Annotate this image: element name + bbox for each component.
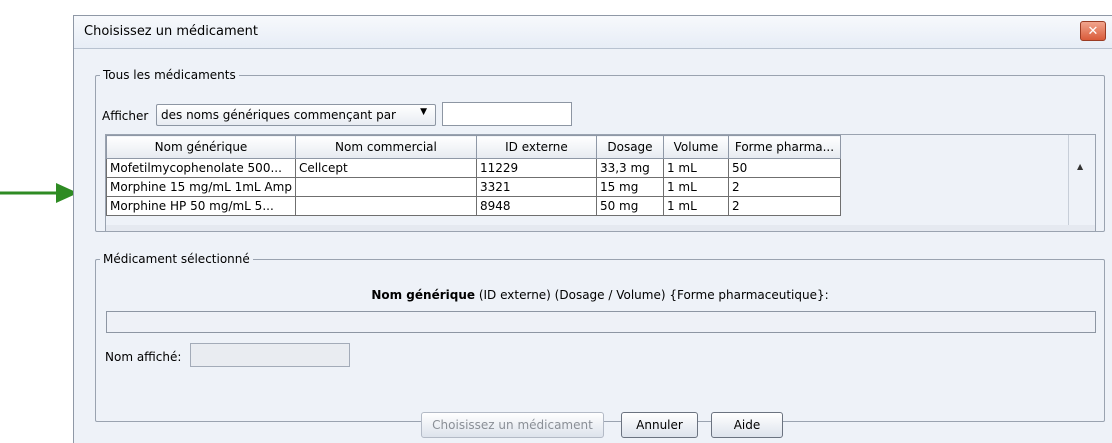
close-icon: ✕ xyxy=(1087,24,1099,39)
selected-medication-caption: Nom générique (ID externe) (Dosage / Vol… xyxy=(96,288,1104,302)
cell-dosage: 50 mg xyxy=(595,196,664,216)
cell-brand-name xyxy=(294,196,477,216)
column-header-volume[interactable]: Volume xyxy=(662,135,729,159)
column-header-brand-name[interactable]: Nom commercial xyxy=(294,135,477,159)
filter-mode-value: des noms génériques commençant par xyxy=(161,108,396,122)
caption-details: (ID externe) (Dosage / Volume) {Forme ph… xyxy=(475,288,829,302)
selected-medication-legend: Médicament sélectionné xyxy=(103,252,250,266)
dialog-titlebar: Choisissez un médicament ✕ xyxy=(74,16,1112,49)
column-header-form[interactable]: Forme pharma... xyxy=(727,135,841,159)
pointer-arrow-icon xyxy=(0,183,78,203)
all-medications-group: Tous les médicaments Afficher des noms g… xyxy=(95,68,1105,232)
cell-form: 50 xyxy=(727,158,841,178)
column-header-generic-name[interactable]: Nom générique xyxy=(106,135,296,159)
cell-dosage: 33,3 mg xyxy=(595,158,664,178)
display-name-field xyxy=(190,343,350,367)
cell-form: 2 xyxy=(727,177,841,197)
selected-medication-group: Médicament sélectionné Nom générique (ID… xyxy=(95,252,1105,422)
filter-mode-select[interactable]: des noms génériques commençant par ▼ xyxy=(156,104,436,126)
cell-volume: 1 mL xyxy=(662,177,729,197)
filter-label: Afficher xyxy=(102,109,149,123)
medications-table-container: Nom générique Nom commercial ID externe … xyxy=(105,134,1096,232)
cell-brand-name xyxy=(294,177,477,197)
cell-generic-name: Mofetilmycophenolate 500... xyxy=(106,158,296,178)
table-row[interactable]: Mofetilmycophenolate 500... Cellcept 112… xyxy=(106,158,841,178)
cell-generic-name: Morphine 15 mg/mL 1mL Amp xyxy=(106,177,296,197)
column-header-external-id[interactable]: ID externe xyxy=(475,135,597,159)
close-button[interactable]: ✕ xyxy=(1080,21,1106,41)
help-button[interactable]: Aide xyxy=(711,412,783,438)
all-medications-legend: Tous les médicaments xyxy=(103,68,236,82)
cell-volume: 1 mL xyxy=(662,196,729,216)
table-header-row: Nom générique Nom commercial ID externe … xyxy=(106,135,841,159)
cell-brand-name: Cellcept xyxy=(294,158,477,178)
table-horizontal-scrollbar[interactable] xyxy=(106,225,1095,231)
cell-external-id: 8948 xyxy=(475,196,597,216)
medications-table: Nom générique Nom commercial ID externe … xyxy=(106,135,841,216)
choose-medication-dialog: Choisissez un médicament ✕ Tous les médi… xyxy=(73,15,1112,443)
table-vertical-scrollbar[interactable]: ▲ xyxy=(1068,135,1095,231)
table-row[interactable]: Morphine 15 mg/mL 1mL Amp 3321 15 mg 1 m… xyxy=(106,177,841,197)
choose-medication-button[interactable]: Choisissez un médicament xyxy=(421,412,604,438)
cell-external-id: 3321 xyxy=(475,177,597,197)
cell-external-id: 11229 xyxy=(475,158,597,178)
table-row[interactable]: Morphine HP 50 mg/mL 5... 8948 50 mg 1 m… xyxy=(106,196,841,216)
display-name-label: Nom affiché: xyxy=(105,350,182,364)
chevron-down-icon: ▼ xyxy=(420,107,427,117)
scroll-up-icon[interactable]: ▲ xyxy=(1077,162,1083,171)
cell-generic-name: Morphine HP 50 mg/mL 5... xyxy=(106,196,296,216)
caption-generic-name: Nom générique xyxy=(371,288,476,302)
cell-form: 2 xyxy=(727,196,841,216)
cancel-button[interactable]: Annuler xyxy=(621,412,698,438)
cell-volume: 1 mL xyxy=(662,158,729,178)
cell-dosage: 15 mg xyxy=(595,177,664,197)
dialog-title: Choisissez un médicament xyxy=(84,24,259,39)
column-header-dosage[interactable]: Dosage xyxy=(595,135,664,159)
filter-text-input[interactable] xyxy=(442,102,572,126)
selected-medication-field xyxy=(106,311,1096,333)
